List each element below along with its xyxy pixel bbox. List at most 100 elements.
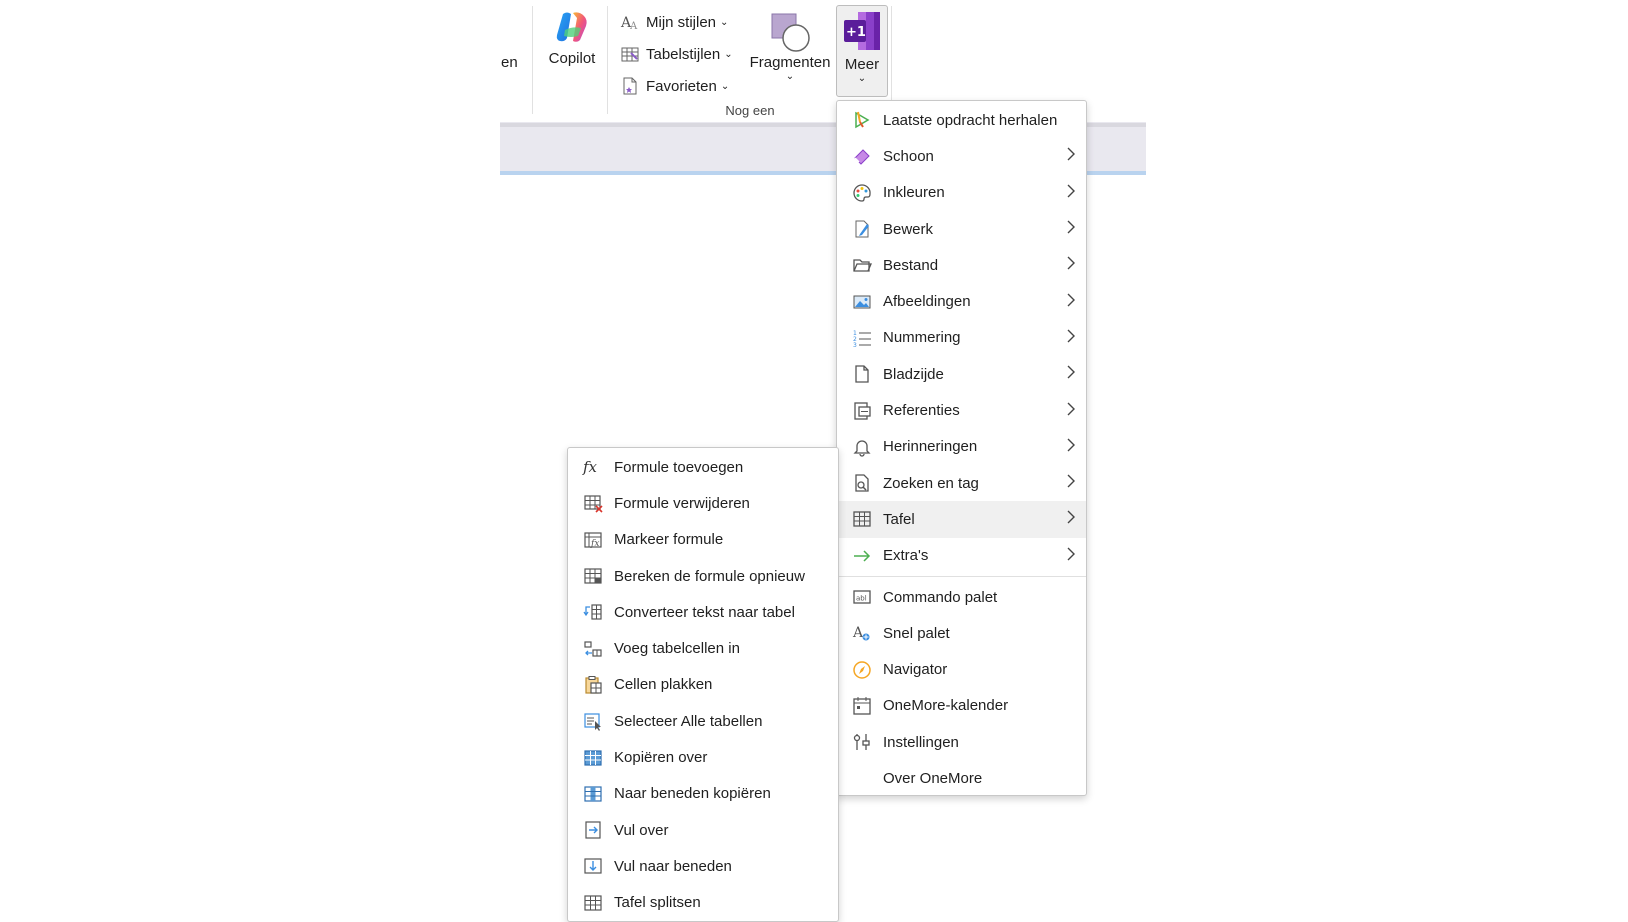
- svg-text:fx: fx: [590, 539, 599, 549]
- menu-item-label: Laatste opdracht herhalen: [883, 111, 1058, 129]
- menu-item-schoon[interactable]: Schoon: [837, 138, 1086, 174]
- menu-item-bewerk[interactable]: Bewerk: [837, 211, 1086, 247]
- menu-item-herinneringen[interactable]: Herinneringen: [837, 429, 1086, 465]
- menu-item-label: OneMore-kalender: [883, 697, 1009, 715]
- chevron-right-icon: [1066, 438, 1076, 456]
- submenu-item-label: Tafel splitsen: [614, 894, 701, 912]
- menu-item-label: Navigator: [883, 661, 948, 679]
- settings-icon: [851, 731, 873, 753]
- menu-item-label: Commando palet: [883, 588, 998, 606]
- chevron-down-icon: ⌄: [857, 73, 867, 84]
- table-styles-button[interactable]: Tabelstijlen ⌄: [620, 38, 740, 70]
- submenu-item-cellen-plakken[interactable]: Cellen plakken: [568, 667, 838, 703]
- menu-item-navigator[interactable]: Navigator: [837, 651, 1086, 687]
- my-styles-label: Mijn stijlen: [646, 13, 717, 31]
- submenu-item-bereken-formule[interactable]: Bereken de formule opnieuw: [568, 558, 838, 594]
- submenu-item-converteer-tekst[interactable]: Converteer tekst naar tabel: [568, 594, 838, 630]
- menu-item-label: Bladzijde: [883, 365, 944, 383]
- chevron-right-icon: [1066, 220, 1076, 238]
- submenu-item-kopieren-over[interactable]: Kopiëren over: [568, 739, 838, 775]
- navigator-icon: [851, 659, 873, 681]
- svg-text:3: 3: [853, 342, 857, 348]
- group-label: Nog een: [725, 103, 775, 118]
- submenu-item-naar-beneden-kopieren[interactable]: Naar beneden kopiëren: [568, 776, 838, 812]
- menu-item-label: Tafel: [883, 510, 915, 528]
- copilot-icon: [553, 8, 591, 46]
- submenu-item-formule-verwijderen[interactable]: Formule verwijderen: [568, 485, 838, 521]
- submenu-item-tafel-splitsen[interactable]: Tafel splitsen: [568, 885, 838, 921]
- copy-across-icon: [582, 747, 604, 769]
- menu-item-over-onemore[interactable]: Over OneMore: [837, 760, 1086, 796]
- submenu-item-vul-naar-beneden[interactable]: Vul naar beneden: [568, 848, 838, 884]
- text-style-icon: AA: [620, 15, 638, 32]
- menu-item-label: Zoeken en tag: [883, 474, 979, 492]
- submenu-item-vul-over[interactable]: Vul over: [568, 812, 838, 848]
- submenu-item-formule-toevoegen[interactable]: fx Formule toevoegen: [568, 449, 838, 485]
- menu-item-tafel[interactable]: Tafel: [837, 501, 1086, 538]
- bell-icon: [851, 436, 873, 458]
- tafel-submenu: fx Formule toevoegen Formule verwijderen…: [567, 447, 839, 922]
- copy-down-icon: [582, 783, 604, 805]
- menu-item-label: Nummering: [883, 329, 961, 347]
- edit-icon: [851, 218, 873, 240]
- menu-item-inkleuren[interactable]: Inkleuren: [837, 175, 1086, 211]
- split-table-icon: [582, 892, 604, 914]
- menu-item-commando-palet[interactable]: abl Commando palet: [837, 579, 1086, 615]
- quick-palette-icon: A: [851, 622, 873, 644]
- menu-item-bladzijde[interactable]: Bladzijde: [837, 356, 1086, 392]
- chevron-right-icon: [1066, 510, 1076, 528]
- submenu-item-voeg-tabelcellen-in[interactable]: Voeg tabelcellen in: [568, 630, 838, 666]
- submenu-item-label: Markeer formule: [614, 531, 724, 549]
- submenu-item-label: Formule verwijderen: [614, 494, 750, 512]
- favorites-button[interactable]: Favorieten ⌄: [620, 70, 740, 102]
- folder-icon: [851, 254, 873, 276]
- menu-item-zoeken-en-tag[interactable]: Zoeken en tag: [837, 465, 1086, 501]
- chevron-down-icon: ⌄: [785, 71, 795, 82]
- svg-text:A: A: [852, 625, 864, 641]
- chevron-right-icon: [1066, 147, 1076, 165]
- favorites-label: Favorieten: [646, 77, 717, 95]
- menu-item-afbeeldingen[interactable]: Afbeeldingen: [837, 283, 1086, 319]
- menu-item-label: Snel palet: [883, 624, 950, 642]
- onemore-icon: +1: [837, 10, 887, 56]
- meer-label: Meer: [844, 56, 880, 73]
- chevron-down-icon: ⌄: [720, 16, 729, 28]
- meer-dropdown-menu: Laatste opdracht herhalen Schoon Inkleur…: [836, 100, 1087, 796]
- my-styles-button[interactable]: AA Mijn stijlen ⌄: [620, 6, 740, 38]
- arrow-right-icon: [851, 545, 873, 567]
- menu-item-onemore-kalender[interactable]: OneMore-kalender: [837, 688, 1086, 724]
- submenu-item-selecteer-alle-tabellen[interactable]: Selecteer Alle tabellen: [568, 703, 838, 739]
- chevron-right-icon: [1066, 184, 1076, 202]
- menu-item-label: Extra's: [883, 547, 929, 565]
- menu-item-label: Inkleuren: [883, 184, 945, 202]
- copilot-button[interactable]: Copilot: [542, 8, 602, 67]
- menu-item-extras[interactable]: Extra's: [837, 538, 1086, 574]
- chevron-right-icon: [1066, 293, 1076, 311]
- menu-item-referenties[interactable]: Referenties: [837, 392, 1086, 428]
- menu-item-repeat-last-command[interactable]: Laatste opdracht herhalen: [837, 102, 1086, 138]
- menu-item-bestand[interactable]: Bestand: [837, 247, 1086, 283]
- meer-button[interactable]: +1 Meer ⌄: [836, 5, 888, 97]
- table-recalc-icon: [582, 565, 604, 587]
- menu-item-snel-palet[interactable]: A Snel palet: [837, 615, 1086, 651]
- menu-item-label: Schoon: [883, 147, 934, 165]
- copilot-label: Copilot: [548, 50, 596, 67]
- numbering-icon: 123: [851, 327, 873, 349]
- menu-separator: [839, 575, 1086, 577]
- paste-cells-icon: [582, 674, 604, 696]
- submenu-item-label: Voeg tabelcellen in: [614, 640, 740, 658]
- submenu-item-label: Formule toevoegen: [614, 458, 744, 476]
- insert-cells-icon: [582, 638, 604, 660]
- fill-across-icon: [582, 819, 604, 841]
- submenu-item-markeer-formule[interactable]: fx Markeer formule: [568, 522, 838, 558]
- command-palette-icon: abl: [851, 586, 873, 608]
- repeat-icon: [851, 109, 873, 131]
- menu-item-label: Afbeeldingen: [883, 293, 971, 311]
- formula-icon: fx: [582, 456, 604, 478]
- menu-item-instellingen[interactable]: Instellingen: [837, 724, 1086, 760]
- table-formula-icon: fx: [582, 529, 604, 551]
- fragmenten-button[interactable]: Fragmenten ⌄: [748, 8, 832, 82]
- search-tag-icon: [851, 472, 873, 494]
- menu-item-nummering[interactable]: 123 Nummering: [837, 320, 1086, 356]
- chevron-right-icon: [1066, 547, 1076, 565]
